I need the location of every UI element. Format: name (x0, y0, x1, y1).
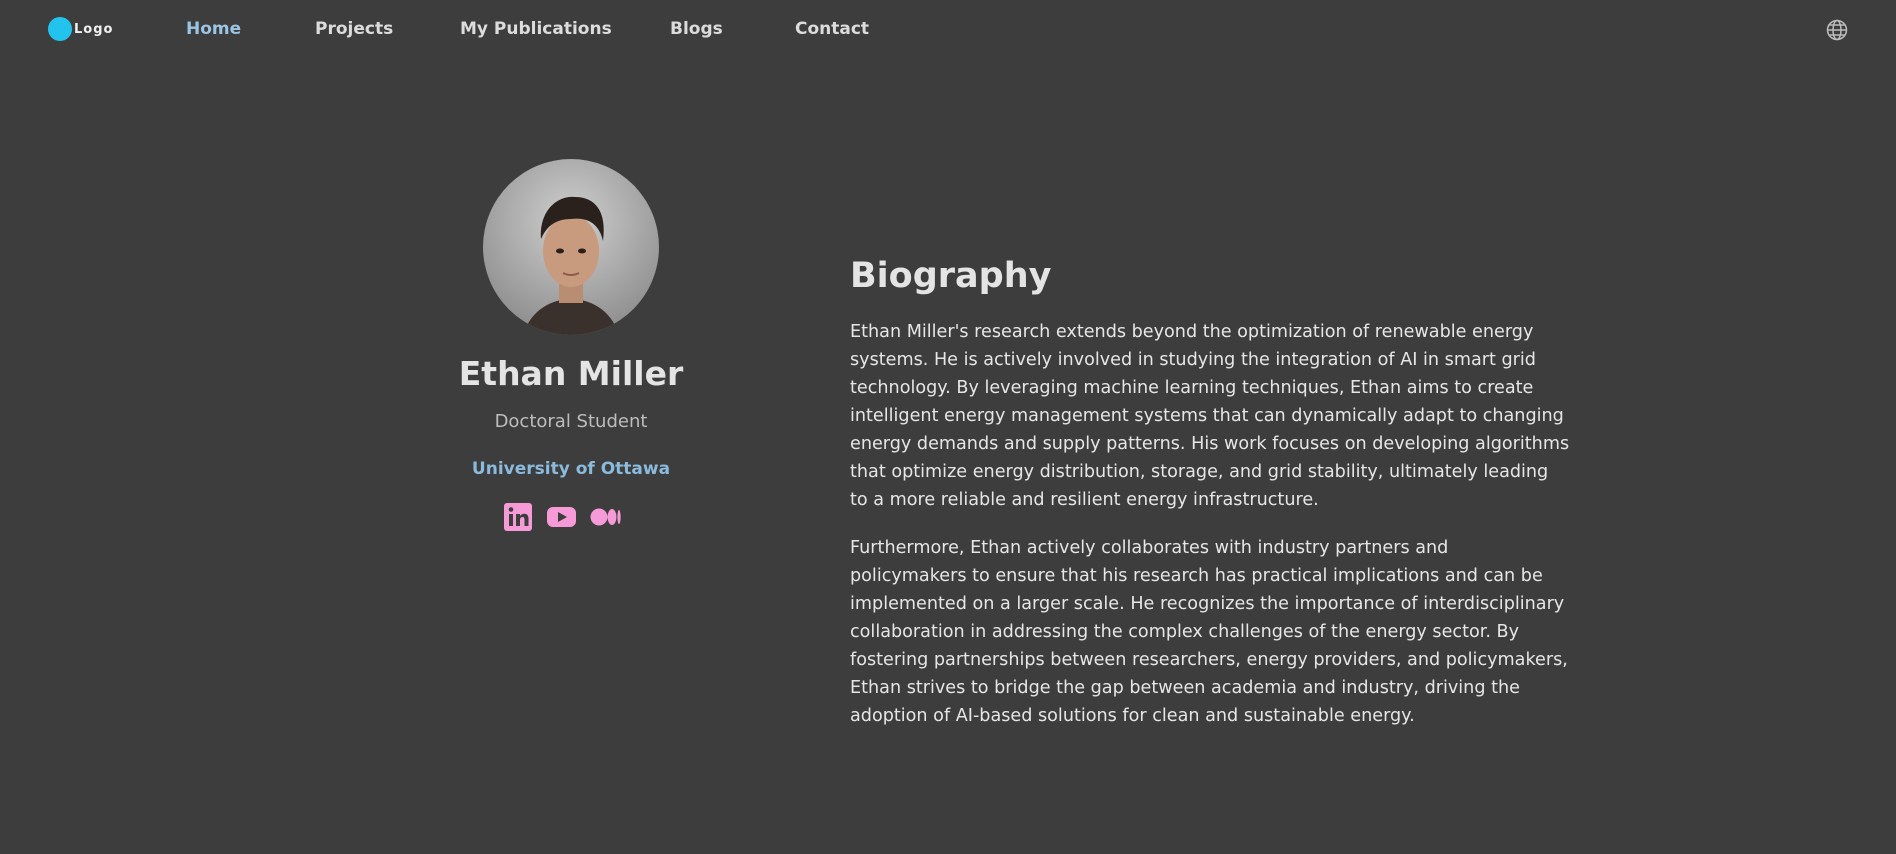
youtube-icon[interactable] (546, 505, 577, 529)
nav-link-contact[interactable]: Contact (795, 19, 869, 39)
medium-icon[interactable] (590, 506, 622, 528)
nav-link-projects[interactable]: Projects (315, 19, 393, 39)
nav-link-blogs[interactable]: Blogs (670, 19, 723, 39)
university-link[interactable]: University of Ottawa (370, 459, 772, 479)
biography-section: Biography Ethan Miller's research extend… (850, 254, 1570, 750)
nav-link-home[interactable]: Home (186, 19, 241, 39)
globe-icon[interactable] (1825, 18, 1849, 42)
linkedin-icon[interactable] (503, 502, 533, 532)
profile-name: Ethan Miller (458, 354, 684, 393)
nav-link-publications[interactable]: My Publications (460, 19, 612, 39)
avatar (483, 159, 659, 335)
social-links (503, 502, 622, 532)
top-navigation: Logo Home Projects My Publications Blogs… (0, 0, 1896, 58)
biography-paragraph: Furthermore, Ethan actively collaborates… (850, 538, 1568, 726)
logo[interactable]: Logo (48, 17, 113, 41)
biography-paragraph: Ethan Miller's research extends beyond t… (850, 322, 1570, 510)
logo-mark (48, 17, 72, 41)
biography-title: Biography (850, 256, 1052, 296)
profile-role: Doctoral Student (494, 411, 648, 432)
logo-text: Logo (74, 21, 114, 37)
